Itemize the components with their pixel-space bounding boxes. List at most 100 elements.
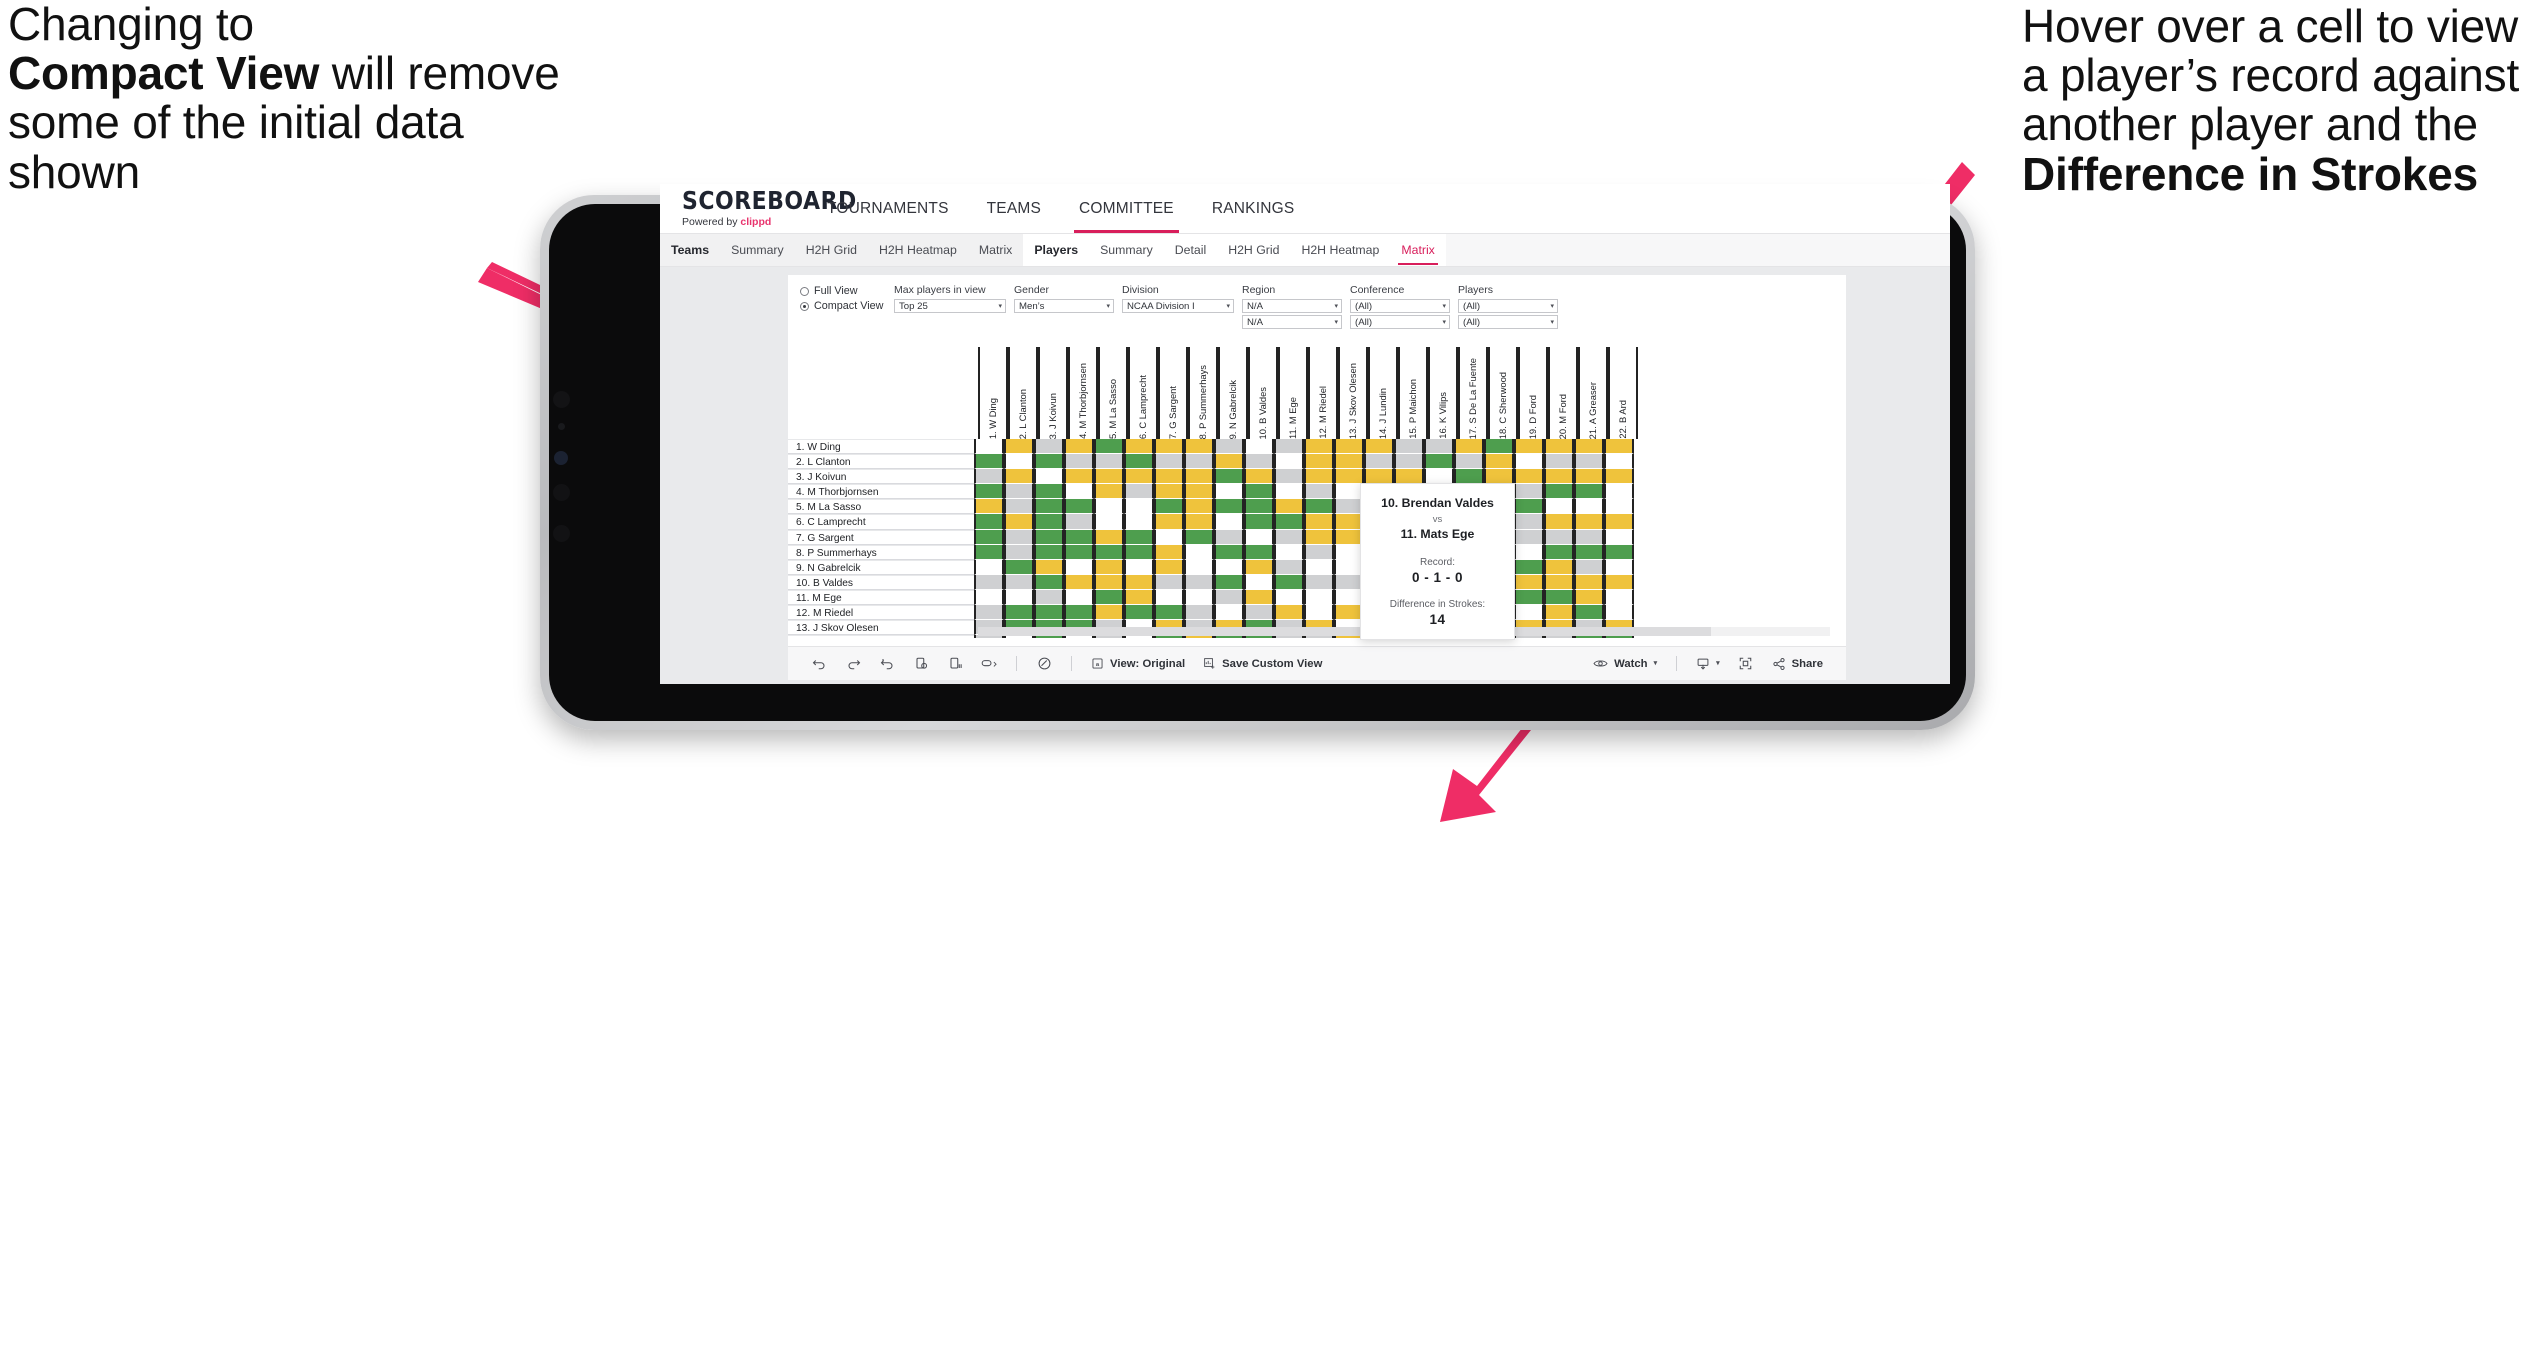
matrix-cell[interactable]: [1274, 439, 1304, 455]
share-button[interactable]: Share: [1763, 657, 1832, 671]
matrix-cell[interactable]: [1544, 529, 1574, 545]
matrix-cell[interactable]: [1304, 544, 1334, 560]
matrix-cell[interactable]: [1304, 559, 1334, 575]
tab-teams-summary[interactable]: Summary: [720, 234, 795, 266]
matrix-cell[interactable]: [1034, 605, 1064, 621]
matrix-cell[interactable]: [1004, 469, 1034, 485]
matrix-cell[interactable]: [1214, 529, 1244, 545]
matrix-column-header[interactable]: 5. M La Sasso: [1098, 347, 1128, 439]
matrix-cell[interactable]: [1064, 454, 1094, 470]
matrix-row-label[interactable]: 2. L Clanton: [788, 454, 974, 470]
filter-players-select-2[interactable]: (All) ▾: [1458, 315, 1558, 329]
matrix-cell[interactable]: [974, 574, 1004, 590]
matrix-cell[interactable]: [974, 529, 1004, 545]
matrix-cell[interactable]: [1244, 529, 1274, 545]
matrix-cell[interactable]: [1034, 514, 1064, 530]
matrix-cell[interactable]: [1514, 544, 1544, 560]
matrix-cell[interactable]: [1544, 484, 1574, 500]
matrix-cell[interactable]: [1304, 589, 1334, 606]
matrix-cell[interactable]: [1124, 605, 1154, 621]
matrix-cell[interactable]: [1034, 499, 1064, 515]
matrix-cell[interactable]: [1214, 514, 1244, 530]
matrix-cell[interactable]: [1184, 544, 1214, 560]
matrix-cell[interactable]: [1064, 484, 1094, 500]
matrix-cell[interactable]: [1154, 589, 1184, 606]
matrix-cell[interactable]: [1544, 589, 1574, 606]
matrix-cell[interactable]: [1094, 544, 1124, 560]
refresh-data-icon[interactable]: [904, 649, 938, 679]
tab-players-h2h-heatmap[interactable]: H2H Heatmap: [1290, 234, 1390, 266]
matrix-cell[interactable]: [1364, 454, 1394, 470]
filter-conference-select[interactable]: (All) ▾: [1350, 299, 1450, 313]
matrix-cell[interactable]: [1574, 544, 1604, 560]
matrix-cell[interactable]: [1064, 529, 1094, 545]
matrix-row-label[interactable]: 13. J Skov Olesen: [788, 620, 974, 636]
matrix-cell[interactable]: [1214, 484, 1244, 500]
matrix-cell[interactable]: [1034, 544, 1064, 560]
matrix-cell[interactable]: [974, 499, 1004, 515]
matrix-cell[interactable]: [1604, 559, 1634, 575]
matrix-cell[interactable]: [1394, 439, 1424, 455]
matrix-cell[interactable]: [1004, 559, 1034, 575]
matrix-scroll-region[interactable]: 1. W Ding 2. L Clanton 3. J Koivun 4. M Tho…: [788, 347, 1846, 638]
tab-players-h2h-grid[interactable]: H2H Grid: [1217, 234, 1290, 266]
nav-teams[interactable]: TEAMS: [968, 184, 1060, 233]
matrix-cell[interactable]: [1004, 439, 1034, 455]
matrix-cell[interactable]: [1154, 605, 1184, 621]
matrix-cell[interactable]: [1124, 529, 1154, 545]
matrix-cell[interactable]: [1064, 544, 1094, 560]
matrix-cell[interactable]: [1424, 439, 1454, 455]
matrix-cell[interactable]: [1244, 469, 1274, 485]
matrix-cell[interactable]: [1184, 605, 1214, 621]
matrix-cell[interactable]: [1304, 529, 1334, 545]
matrix-cell[interactable]: [1274, 469, 1304, 485]
nav-tournaments[interactable]: TOURNAMENTS: [808, 184, 968, 233]
matrix-column-header[interactable]: 22. B Ard: [1608, 347, 1638, 439]
matrix-cell[interactable]: [1454, 439, 1484, 455]
matrix-row-label[interactable]: 14. J Lundin: [788, 635, 974, 638]
matrix-cell[interactable]: [1004, 605, 1034, 621]
undo-icon[interactable]: [802, 649, 836, 679]
matrix-cell[interactable]: [1514, 469, 1544, 485]
matrix-cell[interactable]: [1034, 439, 1064, 455]
matrix-cell[interactable]: [1124, 559, 1154, 575]
fullscreen-icon[interactable]: [1729, 649, 1763, 679]
matrix-cell[interactable]: [974, 454, 1004, 470]
matrix-cell[interactable]: [1544, 454, 1574, 470]
matrix-cell[interactable]: [1124, 499, 1154, 515]
matrix-cell[interactable]: [1154, 454, 1184, 470]
matrix-cell[interactable]: [1064, 605, 1094, 621]
matrix-cell[interactable]: [1064, 589, 1094, 606]
matrix-cell[interactable]: [1124, 574, 1154, 590]
matrix-column-header[interactable]: 16. K Vilips: [1428, 347, 1458, 439]
matrix-cell[interactable]: [1604, 499, 1634, 515]
matrix-cell[interactable]: [1004, 589, 1034, 606]
tab-players-summary[interactable]: Summary: [1089, 234, 1164, 266]
matrix-cell[interactable]: [1064, 514, 1094, 530]
tab-players[interactable]: Players: [1023, 234, 1089, 266]
pan-mode-icon[interactable]: [972, 649, 1006, 679]
matrix-cell[interactable]: [1214, 499, 1244, 515]
matrix-cell[interactable]: [1334, 439, 1364, 455]
matrix-cell[interactable]: [1094, 589, 1124, 606]
matrix-cell[interactable]: [1514, 484, 1544, 500]
matrix-cell[interactable]: [1124, 544, 1154, 560]
matrix-column-header[interactable]: 18. C Sherwood: [1488, 347, 1518, 439]
matrix-cell[interactable]: [1604, 469, 1634, 485]
matrix-cell[interactable]: [1244, 574, 1274, 590]
matrix-cell[interactable]: [974, 605, 1004, 621]
matrix-column-header[interactable]: 17. S De La Fuente: [1458, 347, 1488, 439]
matrix-cell[interactable]: [1184, 499, 1214, 515]
matrix-cell[interactable]: [1004, 574, 1034, 590]
logo[interactable]: SCOREBOARD Powered by clippd: [660, 189, 856, 228]
matrix-cell[interactable]: [1394, 454, 1424, 470]
matrix-cell[interactable]: [1184, 559, 1214, 575]
matrix-cell[interactable]: [974, 514, 1004, 530]
matrix-column-header[interactable]: 3. J Koivun: [1038, 347, 1068, 439]
matrix-cell[interactable]: [1304, 439, 1334, 455]
matrix-cell[interactable]: [1244, 484, 1274, 500]
matrix-cell[interactable]: [1544, 559, 1574, 575]
matrix-column-header[interactable]: 9. N Gabrelcik: [1218, 347, 1248, 439]
matrix-cell[interactable]: [1604, 589, 1634, 606]
filter-division-select[interactable]: NCAA Division I ▾: [1122, 299, 1234, 313]
